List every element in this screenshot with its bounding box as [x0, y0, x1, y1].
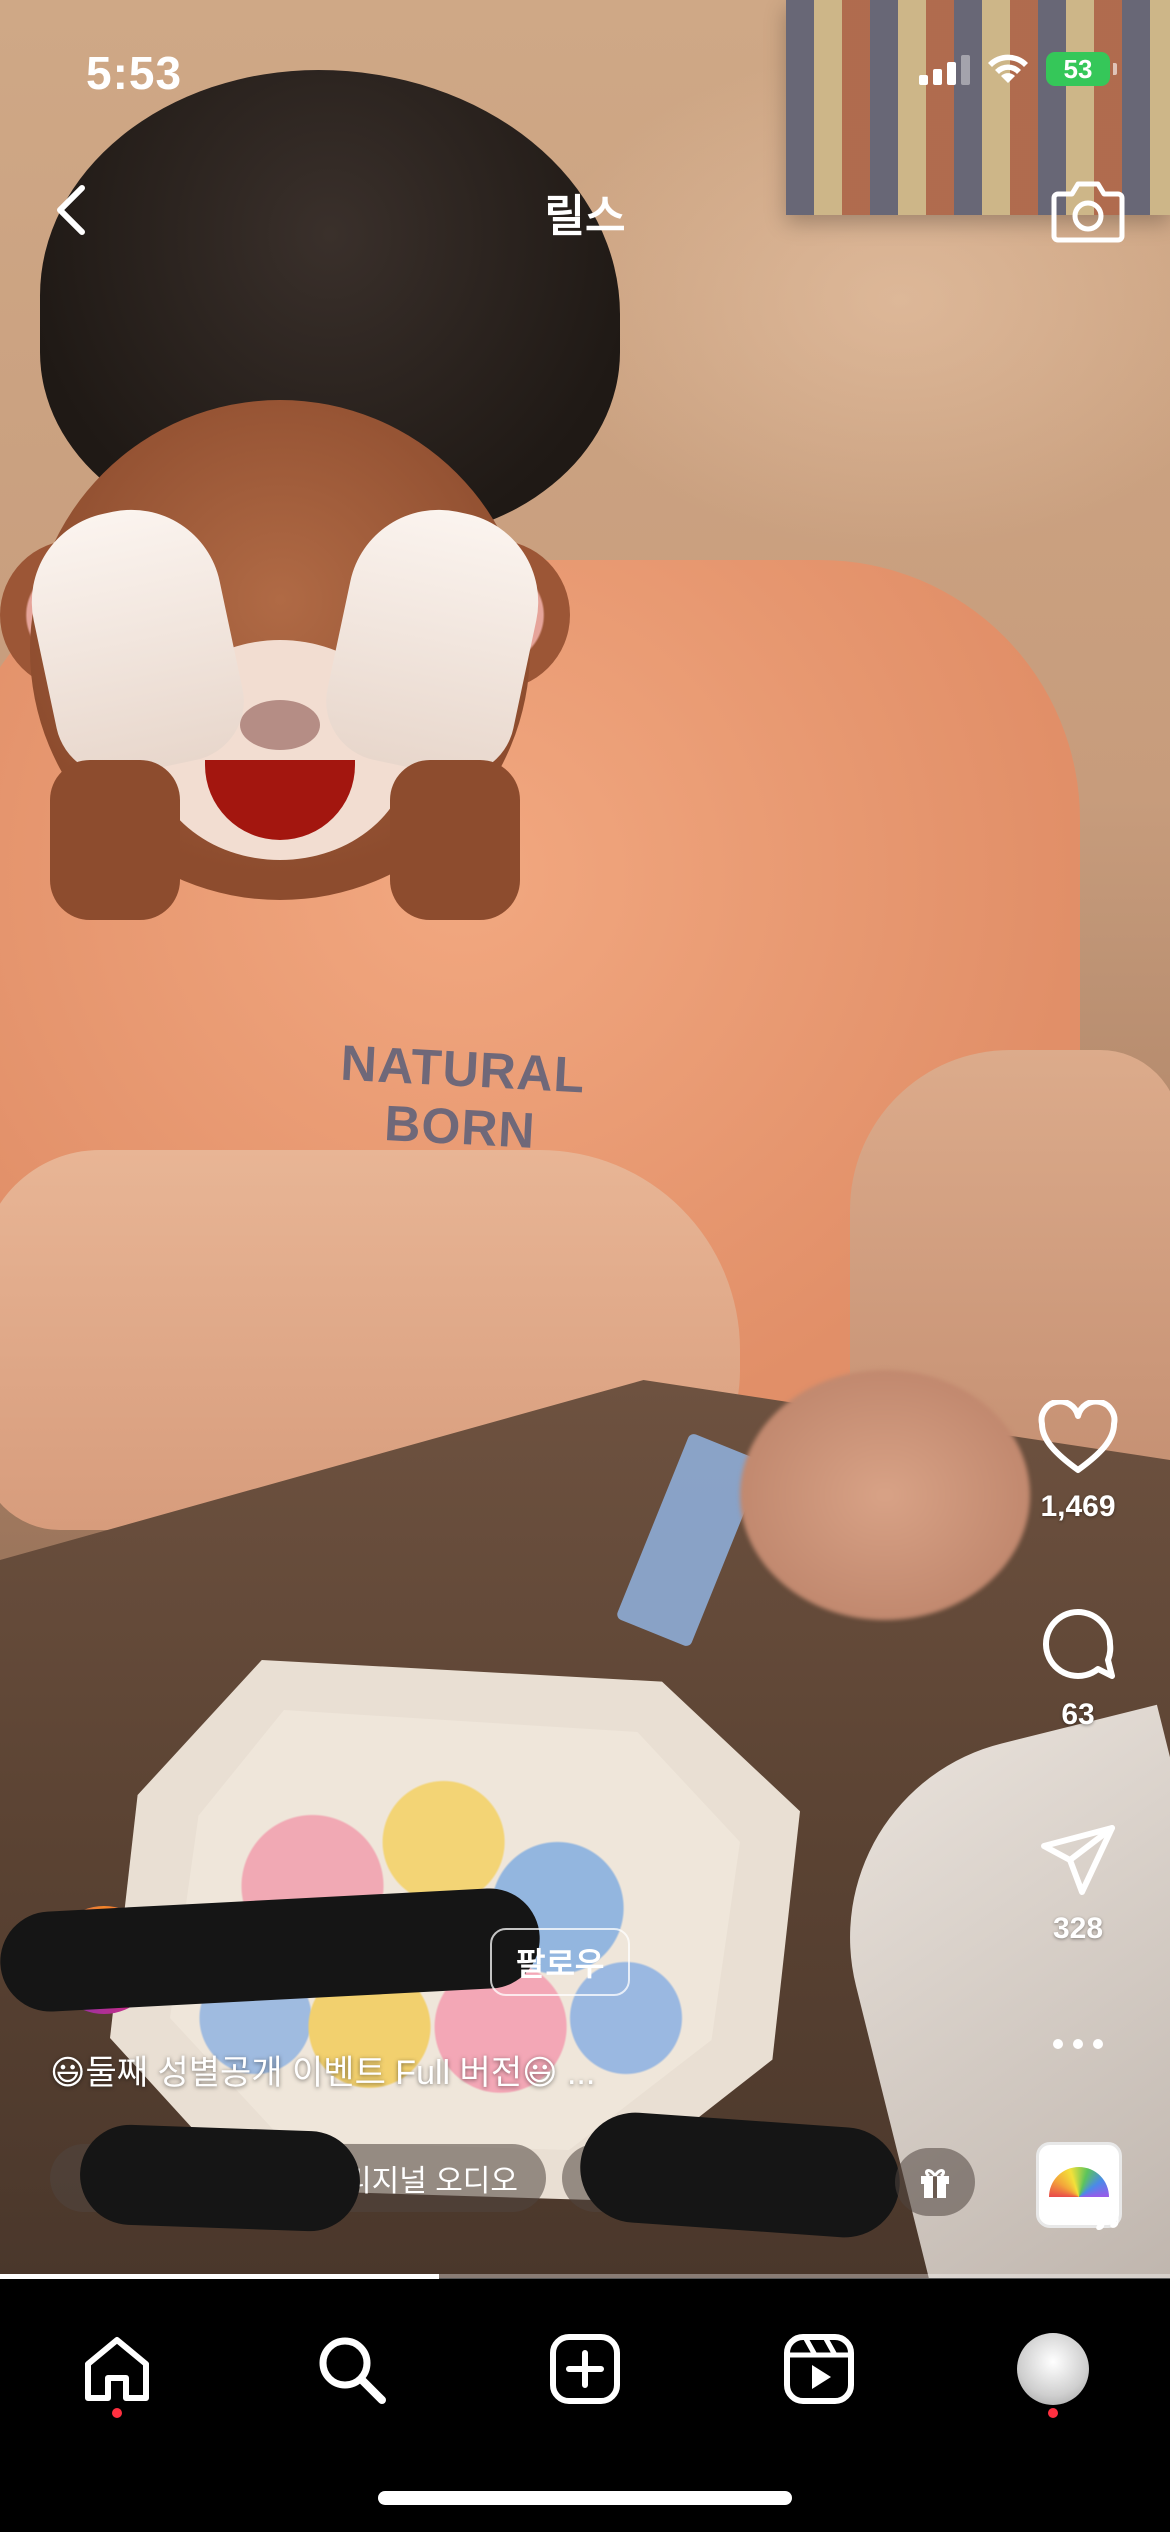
- comment-bubble-icon[interactable]: [1038, 1604, 1118, 1684]
- more-horizontal-icon[interactable]: [1048, 2034, 1108, 2054]
- person-hand: [740, 1370, 1030, 1620]
- monkey-arm-right: [390, 760, 520, 920]
- battery-level: 53: [1063, 53, 1093, 84]
- more-options-button[interactable]: [1018, 2034, 1138, 2054]
- monkey-nose: [240, 700, 320, 750]
- home-icon: [85, 2337, 149, 2401]
- plus-square-icon: [550, 2334, 620, 2404]
- profile-avatar-icon: [1017, 2333, 1089, 2405]
- reels-icon: [784, 2334, 854, 2404]
- video-progress-fill: [0, 2274, 439, 2279]
- cellular-signal-icon: [919, 53, 970, 85]
- follow-button[interactable]: 팔로우: [490, 1928, 631, 1996]
- gift-button[interactable]: [895, 2148, 975, 2216]
- tab-profile[interactable]: [1008, 2324, 1098, 2414]
- page-title: 릴스: [544, 192, 626, 241]
- camera-icon[interactable]: [1050, 176, 1126, 244]
- gift-icon: [921, 2169, 949, 2198]
- battery-indicator: 53: [1046, 52, 1117, 86]
- wifi-icon: [988, 54, 1028, 83]
- share-count: 328: [1052, 1912, 1104, 1945]
- home-indicator: [378, 2491, 792, 2505]
- like-count: 1,469: [1040, 1490, 1116, 1523]
- comment-count: 63: [1061, 1698, 1095, 1731]
- post-caption[interactable]: 😃둘째 성별공개 이벤트 Full 버전😃 ...: [50, 2045, 595, 2094]
- search-icon: [319, 2337, 386, 2404]
- comment-action[interactable]: 63: [1018, 1604, 1138, 1732]
- music-note-icon: ♫: [1090, 2187, 1125, 2239]
- video-progress-bar[interactable]: [0, 2274, 1170, 2279]
- monkey-arm: [50, 760, 180, 920]
- paper-plane-icon[interactable]: [1038, 1822, 1118, 1898]
- share-action[interactable]: 328: [1018, 1822, 1138, 1946]
- status-icons: 53: [919, 52, 1117, 86]
- heart-icon[interactable]: [1036, 1400, 1120, 1476]
- home-notification-dot: [112, 2408, 122, 2418]
- tab-create[interactable]: [540, 2324, 630, 2414]
- status-time: 5:53: [86, 47, 183, 99]
- redacted-audio-owner: [78, 2123, 362, 2233]
- like-action[interactable]: 1,469: [1018, 1400, 1138, 1524]
- profile-notification-dot: [1048, 2408, 1058, 2418]
- redacted-tag: [576, 2108, 904, 2242]
- tab-home[interactable]: [72, 2324, 162, 2414]
- tab-search[interactable]: [306, 2324, 396, 2414]
- tab-reels[interactable]: [774, 2324, 864, 2414]
